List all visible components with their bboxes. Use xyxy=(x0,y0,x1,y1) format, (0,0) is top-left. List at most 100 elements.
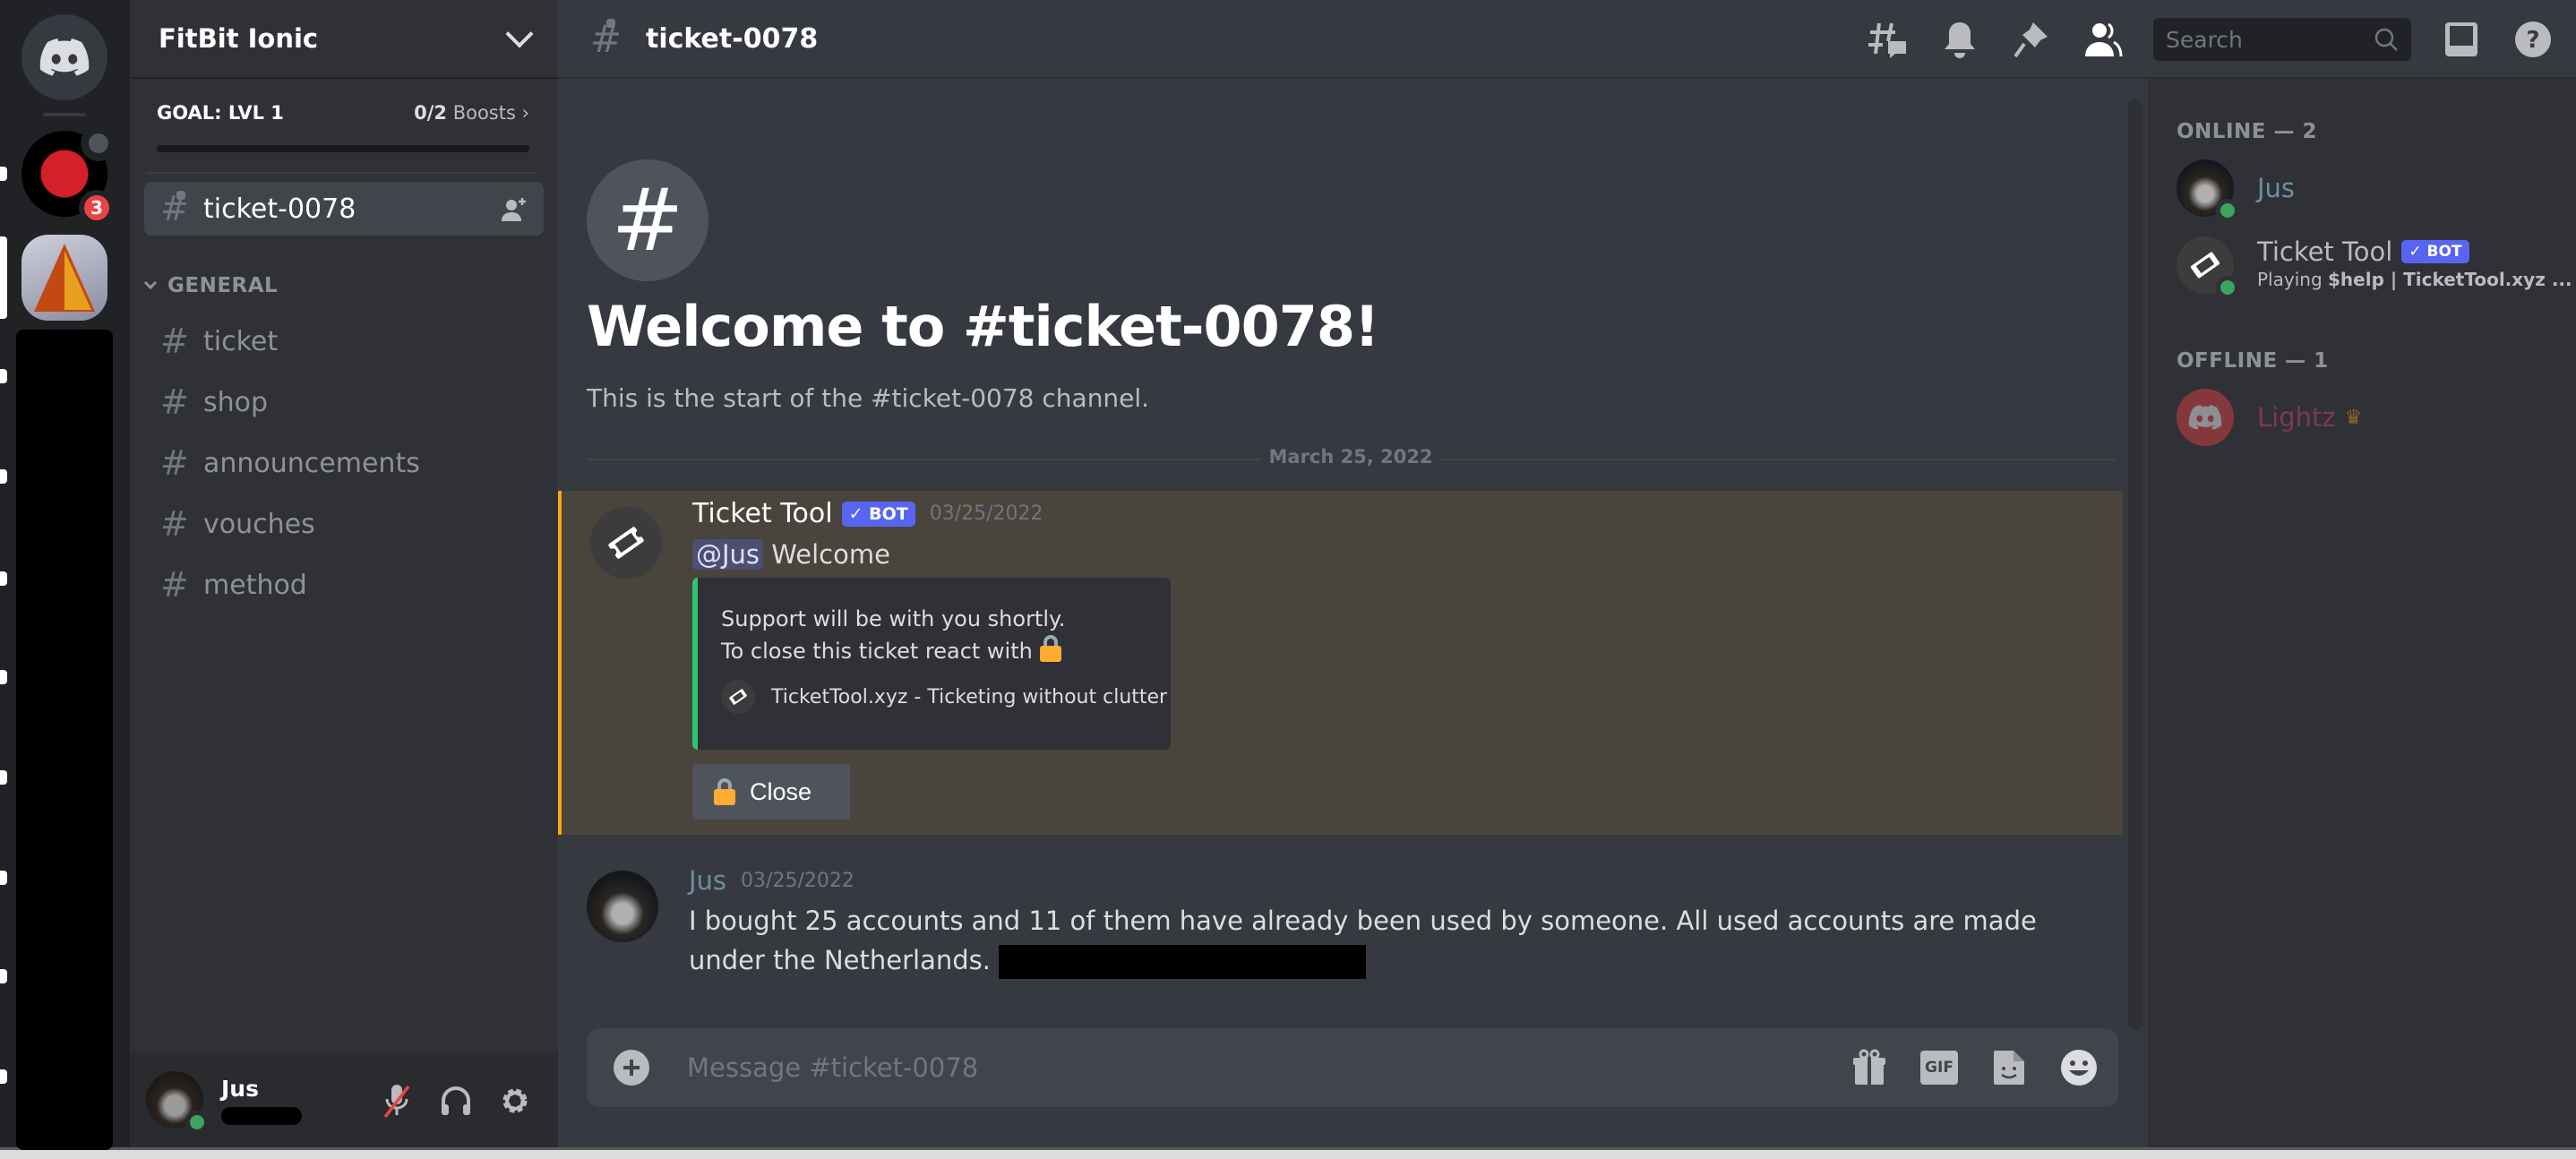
user-avatar[interactable] xyxy=(146,1071,209,1134)
server-icon-1[interactable]: 3 xyxy=(21,125,116,226)
message-author[interactable]: Jus xyxy=(689,865,726,896)
ticket-icon xyxy=(2190,252,2220,279)
home-button[interactable] xyxy=(21,14,107,100)
sticker-button[interactable] xyxy=(1989,1048,2029,1087)
offline-section-header: OFFLINE — 1 xyxy=(2177,349,2329,373)
chevron-down-icon xyxy=(143,276,158,290)
channel-name: shop xyxy=(203,386,269,418)
channel-item-ticket[interactable]: # ticket xyxy=(144,314,544,368)
search-placeholder: Search xyxy=(2166,26,2243,53)
inbox-button[interactable] xyxy=(2440,18,2483,61)
message-author[interactable]: Ticket Tool xyxy=(692,498,833,529)
embed-footer: TicketTool.xyz - Ticketing without clutt… xyxy=(721,680,1171,714)
deafen-button[interactable] xyxy=(438,1083,474,1119)
mute-microphone-button[interactable] xyxy=(379,1083,415,1119)
welcome-title: Welcome to #ticket-0078! xyxy=(587,294,1379,359)
channel-item-shop[interactable]: # shop xyxy=(144,375,544,429)
private-channel-icon: # xyxy=(590,17,646,61)
threads-button[interactable] xyxy=(1867,18,1910,61)
lock-emoji-icon xyxy=(714,778,735,805)
date-divider: March 25, 2022 xyxy=(587,446,2115,468)
member-jus[interactable]: Jus xyxy=(2177,159,2295,222)
activity-prefix: Playing xyxy=(2257,269,2328,290)
unread-indicator xyxy=(0,369,7,383)
bot-tag: ✓ BOT xyxy=(841,501,915,527)
channel-name: ticket xyxy=(203,325,279,357)
member-avatar xyxy=(2177,159,2239,222)
online-section-header: ONLINE — 2 xyxy=(2177,120,2317,143)
member-ticket-tool[interactable]: Ticket Tool ✓ BOT Playing $help | Ticket… xyxy=(2177,236,2572,299)
close-button-label: Close xyxy=(750,777,812,805)
member-activity: Playing $help | TicketTool.xyz ... xyxy=(2257,269,2572,290)
bot-tag: ✓ BOT xyxy=(2401,240,2469,263)
lock-emoji-icon xyxy=(1039,635,1061,662)
message-input[interactable] xyxy=(687,1052,1850,1083)
channel-item-vouches[interactable]: # vouches xyxy=(144,497,544,551)
gift-button[interactable] xyxy=(1850,1048,1889,1087)
channel-hash-icon: # xyxy=(587,159,708,281)
redacted-tag xyxy=(221,1106,302,1125)
upload-plus-icon[interactable] xyxy=(614,1050,649,1086)
member-list-toggle[interactable] xyxy=(2082,18,2125,61)
smiley-emoji-icon xyxy=(2061,1050,2097,1086)
chat-scrollbar[interactable] xyxy=(2128,99,2142,1030)
sticker-icon xyxy=(1994,1051,2024,1085)
message-text: @Jus Welcome xyxy=(692,535,1171,574)
boost-goal-label: GOAL: LVL 1 xyxy=(157,102,284,124)
mention-badge: 3 xyxy=(79,190,115,226)
member-lightz[interactable]: Lightz ♛ xyxy=(2177,389,2362,446)
notification-settings-button[interactable] xyxy=(1938,18,1981,61)
ticket-icon xyxy=(721,680,755,714)
user-settings-button[interactable] xyxy=(497,1083,533,1119)
discord-window: 3 FitBit Ionic GOAL: LVL 1 0/2 Boosts › … xyxy=(0,0,2576,1150)
embed-footer-text: TicketTool.xyz - Ticketing without clutt… xyxy=(771,685,1168,708)
online-status-icon xyxy=(2216,276,2239,299)
gear-icon xyxy=(502,1088,528,1113)
search-box[interactable]: Search xyxy=(2153,18,2411,61)
channel-name: ticket-0078 xyxy=(203,193,356,225)
channel-item-ticket-0078[interactable]: # ticket-0078 xyxy=(144,182,544,236)
jus-avatar[interactable] xyxy=(587,871,658,942)
channel-item-method[interactable]: # method xyxy=(144,558,544,612)
gif-button[interactable]: GIF xyxy=(1919,1048,1959,1087)
boost-progress-bar xyxy=(157,145,529,152)
help-button[interactable]: ? xyxy=(2512,18,2555,61)
server-logo-shape xyxy=(64,251,91,310)
chat-area: # ticket-0078 # Welcome to #ticket-0078!… xyxy=(558,0,2148,1147)
category-general[interactable]: GENERAL xyxy=(141,274,278,297)
guild-header[interactable]: FitBit Ionic xyxy=(130,0,558,79)
notification-bell-icon xyxy=(1945,22,1975,58)
chevron-right-icon: › xyxy=(521,102,529,124)
text-channel-icon: # xyxy=(160,504,189,544)
redacted-content xyxy=(999,945,1367,979)
threads-icon xyxy=(1868,22,1906,58)
channel-item-announcements[interactable]: # announcements xyxy=(144,436,544,490)
embed-line: Support will be with you shortly. xyxy=(721,606,1066,631)
message-ticket-tool[interactable]: Ticket Tool ✓ BOT 03/25/2022 @Jus Welcom… xyxy=(558,491,2123,835)
member-list: ONLINE — 2 Jus Ticket Tool ✓ BOT Playing… xyxy=(2148,0,2576,1147)
user-mention[interactable]: @Jus xyxy=(692,539,764,570)
private-channel-icon: # xyxy=(160,189,203,228)
server-icon-fitbit-ionic[interactable] xyxy=(21,235,107,321)
gift-icon xyxy=(1853,1049,1885,1085)
discord-default-avatar-icon xyxy=(2188,405,2222,430)
online-status-icon xyxy=(2216,199,2239,222)
ticket-tool-avatar[interactable] xyxy=(590,507,662,579)
category-label: GENERAL xyxy=(167,274,279,297)
member-avatar xyxy=(2177,236,2239,299)
emoji-button[interactable] xyxy=(2059,1048,2099,1087)
invite-member-icon[interactable] xyxy=(501,196,528,223)
channel-sidebar: FitBit Ionic GOAL: LVL 1 0/2 Boosts › # … xyxy=(130,0,558,1147)
close-ticket-button[interactable]: Close xyxy=(692,764,850,820)
header-toolbar: Search ? xyxy=(1838,0,2555,79)
members-icon xyxy=(2085,22,2123,57)
date-divider-label: March 25, 2022 xyxy=(1261,446,1440,468)
boost-count: 0/2 Boosts › xyxy=(414,102,529,124)
boost-goal-panel[interactable]: GOAL: LVL 1 0/2 Boosts › xyxy=(130,79,558,174)
pinned-messages-button[interactable] xyxy=(2010,18,2053,61)
calendar-event-icon xyxy=(81,125,116,161)
member-name: Ticket Tool xyxy=(2257,236,2393,267)
message-timestamp: 03/25/2022 xyxy=(929,502,1043,525)
guild-name: FitBit Ionic xyxy=(159,23,319,54)
discord-logo-icon xyxy=(39,39,90,76)
